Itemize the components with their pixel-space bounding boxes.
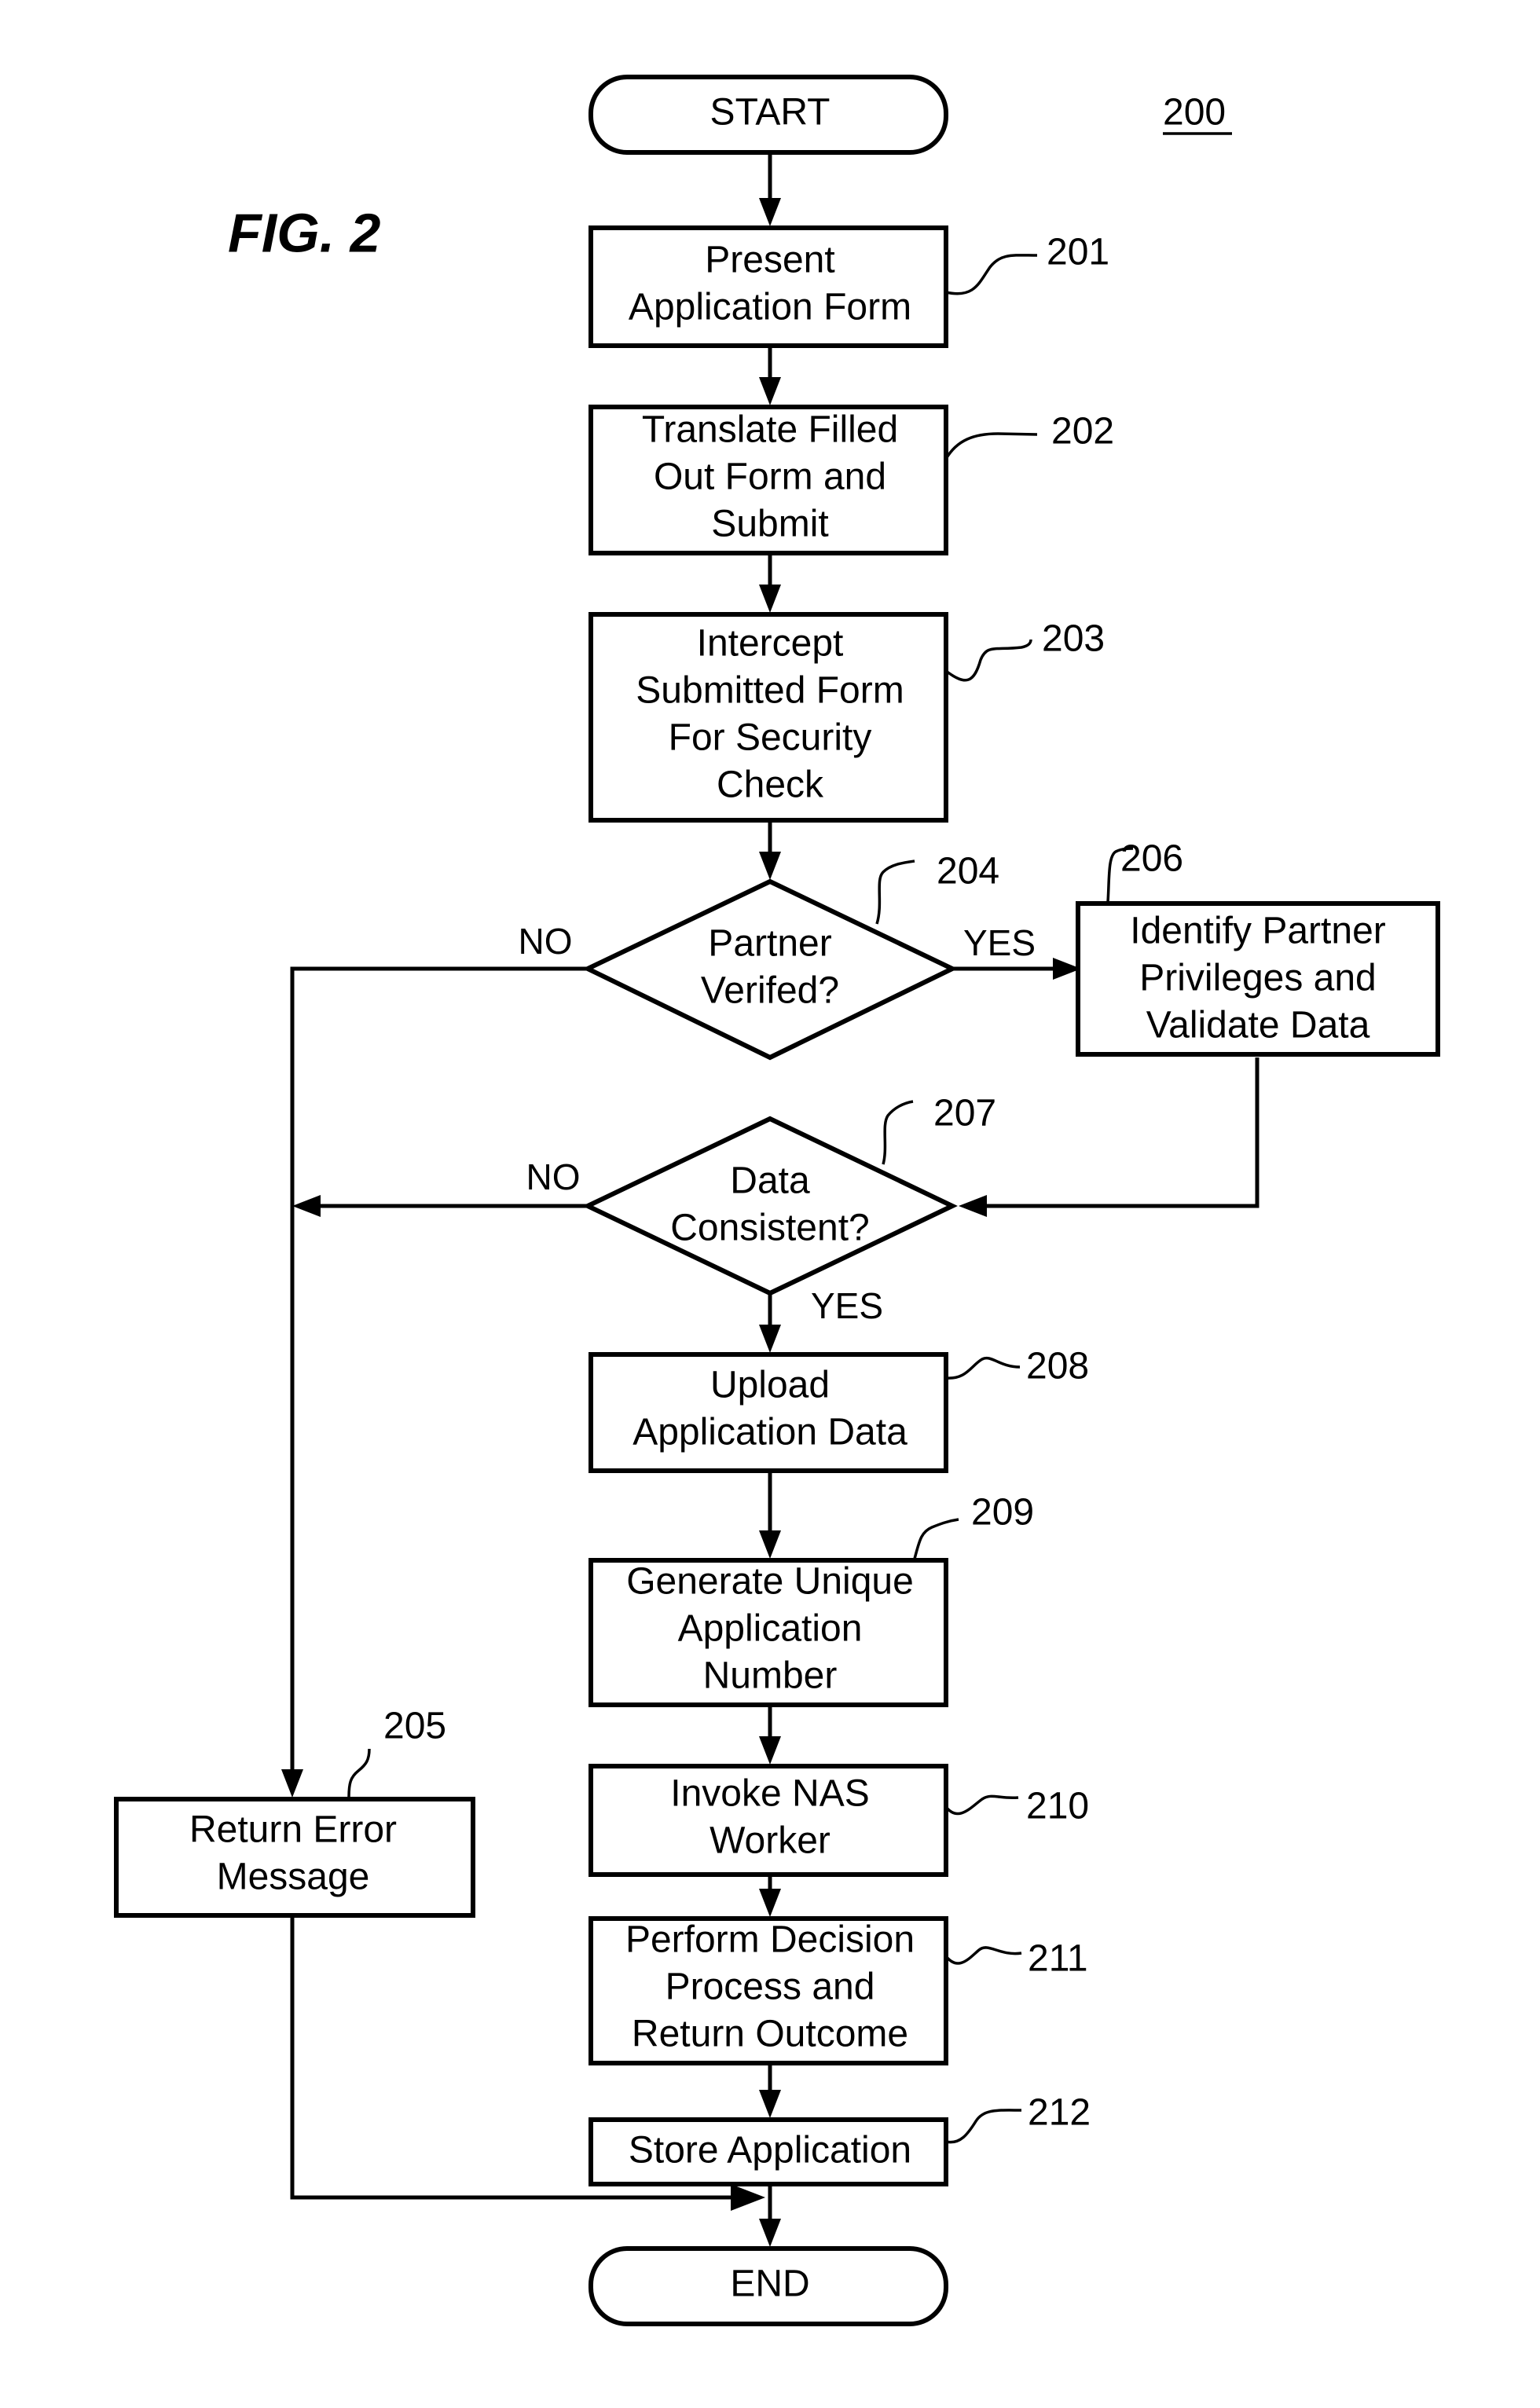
arrowhead-202	[759, 377, 781, 405]
arrowhead-201	[759, 198, 781, 226]
step-203: Intercept Submitted Form For Security Ch…	[588, 612, 1105, 823]
step-211-leader	[944, 1946, 1022, 1965]
step-210-line-2: Worker	[710, 1820, 830, 1862]
step-210: Invoke NAS Worker 210	[588, 1764, 1089, 1877]
step-201-line-1: Present	[705, 240, 834, 281]
end-terminal: END	[588, 2246, 948, 2326]
step-210-leader	[944, 1794, 1019, 1816]
step-203-line-4: Check	[717, 764, 824, 806]
step-211-line-1: Perform Decision	[625, 1919, 915, 1961]
step-201-line-2: Application Form	[629, 287, 911, 328]
step-208-line-1: Upload	[710, 1365, 830, 1406]
connector-206-207	[979, 1057, 1260, 1208]
step-203-line-1: Intercept	[697, 623, 844, 665]
step-206-line-2: Privileges and	[1139, 958, 1377, 999]
decision-207-yes-label: YES	[811, 1285, 883, 1326]
step-203-leader	[944, 639, 1032, 682]
step-208: Upload Application Data 208	[588, 1346, 1089, 1473]
arrowhead-204	[759, 852, 781, 880]
step-208-ref: 208	[1026, 1346, 1089, 1387]
decision-207: Data Consistent? 207 NO YES	[526, 1093, 997, 1326]
arrowhead-203	[759, 585, 781, 613]
arrowhead-212	[759, 2090, 781, 2118]
step-205-line-2: Message	[217, 1856, 370, 1898]
step-211-ref: 211	[1028, 1938, 1088, 1980]
step-201-leader	[945, 254, 1038, 295]
decision-207-line-2: Consistent?	[670, 1208, 869, 1249]
step-206: Identify Partner Privileges and Validate…	[1076, 838, 1440, 1057]
step-212-ref: 212	[1028, 2092, 1091, 2134]
figure-title: FIG. 2	[228, 202, 381, 263]
arrowhead-end	[759, 2219, 781, 2247]
step-203-line-3: For Security	[669, 717, 872, 759]
arrowhead-205	[281, 1769, 303, 1798]
decision-204-yes-label: YES	[963, 922, 1036, 963]
step-209-ref: 209	[971, 1492, 1034, 1534]
step-210-line-1: Invoke NAS	[670, 1773, 869, 1815]
step-202-line-3: Submit	[711, 504, 828, 545]
step-201-ref: 201	[1047, 232, 1109, 273]
step-206-line-3: Validate Data	[1146, 1005, 1370, 1046]
start-label: START	[710, 92, 830, 134]
step-202-ref: 202	[1051, 411, 1114, 453]
step-211-line-2: Process and	[666, 1966, 875, 2008]
step-202: Translate Filled Out Form and Submit 202	[588, 405, 1114, 555]
step-209-line-2: Application	[678, 1608, 863, 1650]
decision-207-no-label: NO	[526, 1156, 581, 1197]
arrowhead-209	[759, 1530, 781, 1559]
step-208-line-2: Application Data	[632, 1412, 908, 1453]
step-202-line-1: Translate Filled	[642, 409, 898, 451]
figure-reference-number: 200	[1163, 92, 1226, 134]
step-202-line-2: Out Form and	[654, 456, 886, 498]
step-209-leader	[913, 1518, 959, 1560]
step-212-leader	[945, 2109, 1022, 2144]
decision-207-leader	[882, 1100, 914, 1165]
decision-204-leader	[875, 859, 915, 925]
step-205-leader	[347, 1748, 371, 1798]
step-209-line-3: Number	[703, 1655, 838, 1697]
step-203-ref: 203	[1042, 618, 1105, 660]
decision-207-diamond	[582, 1116, 958, 1296]
arrowhead-205-join	[731, 2184, 765, 2211]
step-210-ref: 210	[1026, 1786, 1089, 1827]
step-211: Perform Decision Process and Return Outc…	[588, 1916, 1088, 2065]
step-205: Return Error Message 205	[114, 1706, 475, 1918]
arrowhead-207-no	[292, 1195, 321, 1217]
step-203-line-2: Submitted Form	[636, 670, 904, 712]
arrowhead-210	[759, 1736, 781, 1765]
decision-204-ref: 204	[937, 851, 999, 892]
step-201: Present Application Form 201	[588, 225, 1109, 348]
step-211-line-3: Return Outcome	[632, 2014, 908, 2055]
end-label: END	[730, 2263, 809, 2305]
step-205-line-1: Return Error	[189, 1809, 397, 1851]
step-209: Generate Unique Application Number 209	[588, 1492, 1034, 1707]
decision-204-no-label: NO	[519, 921, 573, 962]
step-202-leader	[944, 432, 1038, 460]
step-206-line-1: Identify Partner	[1130, 911, 1386, 952]
step-212-line-1: Store Application	[629, 2130, 911, 2172]
decision-207-ref: 207	[933, 1093, 996, 1134]
decision-204-line-2: Verifed?	[701, 970, 839, 1012]
decision-204: Partner Verifed? 204 NO YES	[519, 851, 1036, 1061]
step-209-line-1: Generate Unique	[626, 1561, 914, 1603]
step-206-ref: 206	[1120, 838, 1183, 880]
connector-204-no-205	[290, 966, 588, 1777]
step-208-leader	[945, 1356, 1021, 1380]
step-205-ref: 205	[383, 1706, 446, 1747]
decision-204-line-1: Partner	[708, 923, 831, 965]
flowchart-diagram: FIG. 2 200 START Present Application For…	[114, 75, 1440, 2326]
arrowhead-208	[759, 1325, 781, 1353]
start-terminal: START	[588, 75, 948, 155]
arrowhead-207	[959, 1195, 987, 1217]
step-212: Store Application 212	[588, 2092, 1091, 2186]
arrowhead-211	[759, 1889, 781, 1917]
decision-207-line-1: Data	[730, 1160, 810, 1202]
